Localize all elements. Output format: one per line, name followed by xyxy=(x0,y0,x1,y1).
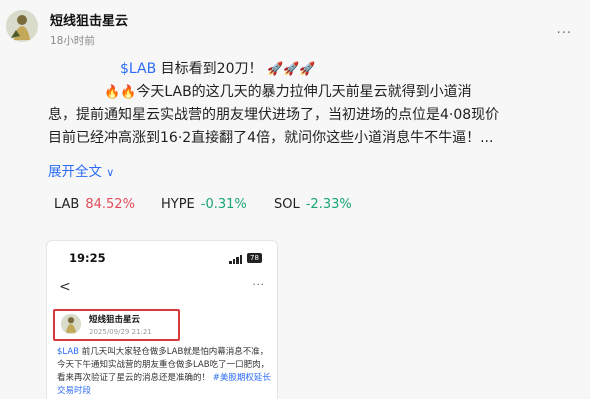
fire-icon: 🔥🔥 xyxy=(104,85,137,100)
quote-hype[interactable]: HYPE -0.31% xyxy=(161,197,247,212)
quote-lab[interactable]: LAB 84.52% xyxy=(54,197,135,212)
highlighted-author-box: 短线狙击星云 2025/09/29 21:21 xyxy=(53,309,180,341)
attached-screenshot[interactable]: 19:25 78 < ··· 短线狙击星云 2025/09/29 21:21 $… xyxy=(46,240,278,399)
phone-author-avatar xyxy=(61,314,81,334)
expand-full-text-link[interactable]: 展开全文 ∨ xyxy=(48,160,114,180)
post-line-1: $LAB 目标看到20刀！ 🚀🚀🚀 xyxy=(48,58,558,81)
battery-icon: 78 xyxy=(247,253,262,263)
quote-change: -2.33% xyxy=(305,197,352,212)
quote-change: -0.31% xyxy=(200,197,247,212)
rocket-icon: 🚀🚀🚀 xyxy=(266,62,316,77)
quote-symbol: SOL xyxy=(274,197,300,212)
phone-post-text: $LAB 前几天叫大家轻仓做多LAB就是怕内幕消息不准，今天下午通知实战营的朋友… xyxy=(57,346,271,398)
quote-symbol: HYPE xyxy=(161,197,195,212)
post-line-2: 🔥🔥今天LAB的这几天的暴力拉伸几天前星云就得到小道消 xyxy=(48,81,558,104)
expand-label: 展开全文 xyxy=(48,164,102,180)
post-line-3: 息，提前通知星云实战营的朋友埋伏进场了，当初进场的点位是4·08现价 xyxy=(48,107,500,123)
signal-icon xyxy=(229,255,243,264)
author-name[interactable]: 短线狙击星云 xyxy=(50,10,128,29)
author-avatar[interactable] xyxy=(6,10,38,42)
phone-ticker: $LAB xyxy=(57,347,79,357)
chevron-down-icon: ∨ xyxy=(106,166,115,179)
phone-nav-bar: < ··· xyxy=(47,279,277,301)
post-time: 18小时前 xyxy=(50,35,95,47)
back-arrow-icon: < xyxy=(59,279,71,295)
post-line-1-text: 目标看到20刀！ xyxy=(156,61,263,77)
quote-change: 84.52% xyxy=(85,197,135,212)
more-options-button[interactable]: ··· xyxy=(557,26,572,41)
post-header: 短线狙击星云 18小时前 ··· xyxy=(0,0,590,50)
phone-status-bar: 19:25 78 xyxy=(47,241,277,273)
post-line-4: 目前已经冲高涨到16·2直接翻了4倍，就问你这些小道消息牛不牛逼！... xyxy=(48,130,494,146)
post-body: $LAB 目标看到20刀！ 🚀🚀🚀 🔥🔥今天LAB的这几天的暴力拉伸几天前星云就… xyxy=(48,58,558,150)
more-icon: ··· xyxy=(252,280,265,291)
phone-author-name: 短线狙击星云 xyxy=(89,315,141,325)
phone-post-date: 2025/09/29 21:21 xyxy=(89,328,152,336)
phone-clock: 19:25 xyxy=(69,251,106,265)
ticker-link[interactable]: $LAB xyxy=(120,61,156,77)
quote-sol[interactable]: SOL -2.33% xyxy=(274,197,352,212)
post-line-2-text: 今天LAB的这几天的暴力拉伸几天前星云就得到小道消 xyxy=(136,84,472,100)
quote-symbol: LAB xyxy=(54,197,80,212)
